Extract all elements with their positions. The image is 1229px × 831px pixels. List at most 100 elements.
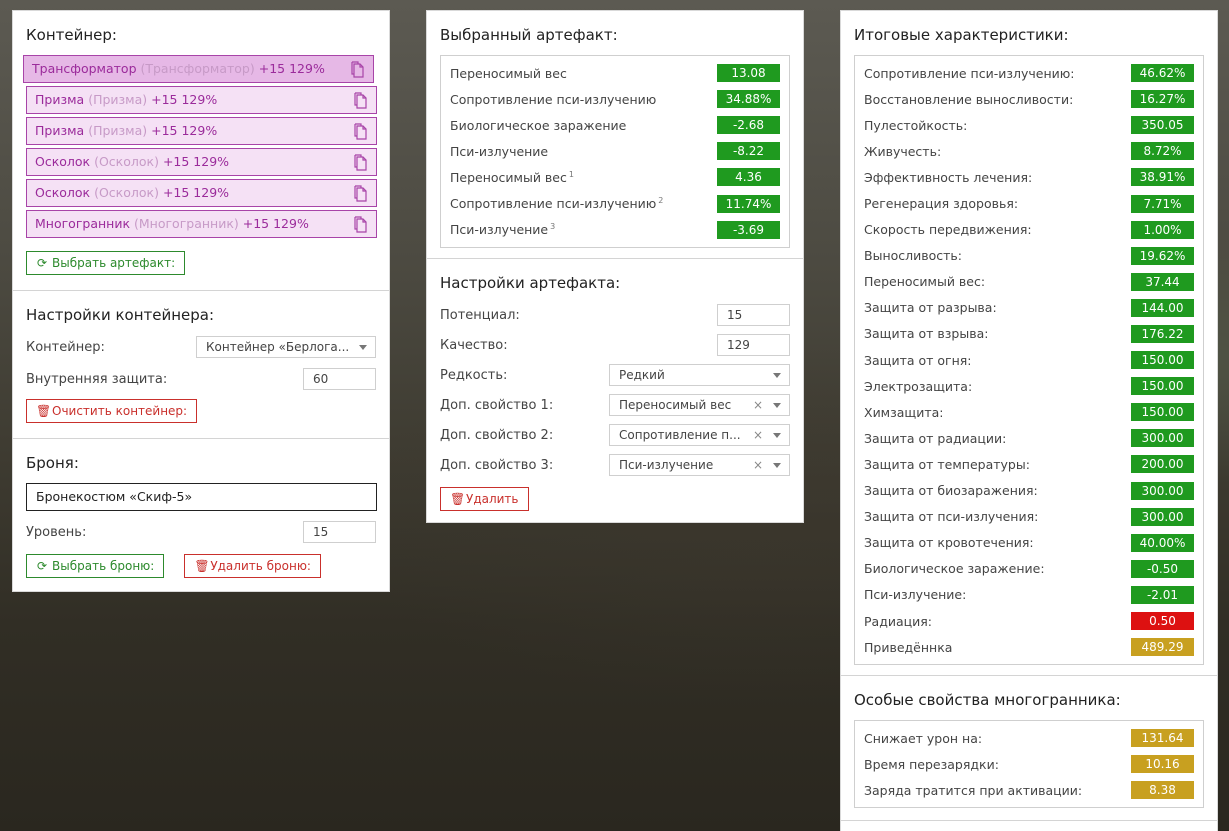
stat-value: -3.69 bbox=[717, 220, 780, 239]
stat-label: Живучесть: bbox=[864, 143, 942, 159]
armor-level-label: Уровень: bbox=[26, 524, 87, 540]
stat-row: Снижает урон на: 131.64 bbox=[864, 725, 1194, 751]
stat-value: 150.00 bbox=[1131, 377, 1194, 396]
stat-name: Заряда тратится при активации: bbox=[864, 783, 1082, 798]
stat-name: Пси-излучение 3 bbox=[450, 222, 555, 237]
potential-label: Потенциал: bbox=[440, 307, 520, 323]
copy-icon[interactable] bbox=[353, 92, 368, 109]
prop3-select[interactable]: Пси-излучение × bbox=[609, 454, 790, 476]
trash-icon: 🗑 bbox=[194, 559, 210, 573]
artifact-bonus: +15 129% bbox=[151, 92, 218, 107]
copy-icon[interactable] bbox=[353, 154, 368, 171]
artifact-original-name: (Трансформатор) bbox=[140, 61, 255, 76]
artifact-name: Призма bbox=[35, 123, 85, 138]
stat-label: Выносливость: bbox=[864, 248, 962, 264]
container-title: Контейнер: bbox=[26, 26, 117, 44]
stat-name: Защита от радиации: bbox=[864, 431, 1006, 446]
stat-label: Химзащита: bbox=[864, 404, 944, 420]
stat-value: 16.27% bbox=[1131, 90, 1194, 109]
container-section: Контейнер: Трансформатор (Трансформатор)… bbox=[13, 11, 389, 291]
container-artifact-item[interactable]: Призма (Призма) +15 129% bbox=[26, 117, 377, 145]
prop2-select[interactable]: Сопротивление п... × bbox=[609, 424, 790, 446]
stat-label: Пси-излучение bbox=[450, 143, 549, 159]
container-artifact-item[interactable]: Осколок (Осколок) +15 129% bbox=[26, 148, 377, 176]
artifact-name: Многогранник bbox=[35, 216, 131, 231]
stat-label: Заряда тратится при активации: bbox=[864, 782, 1083, 798]
protection-input[interactable]: 60 bbox=[303, 368, 376, 390]
select-artifact-button[interactable]: ⟳ Выбрать артефакт: bbox=[26, 251, 186, 275]
stat-row: Защита от температуры: 200.00 bbox=[864, 451, 1194, 477]
totals-title: Итоговые характеристики: bbox=[854, 26, 1069, 44]
prop3-label: Доп. свойство 3: bbox=[440, 457, 554, 473]
stat-row: Пулестойкость: 350.05 bbox=[864, 112, 1194, 138]
artifact-original-name: (Призма) bbox=[88, 92, 148, 107]
artifact-bonus: +15 129% bbox=[162, 185, 230, 200]
stat-name: Защита от разрыва: bbox=[864, 300, 997, 315]
clear-icon[interactable]: × bbox=[753, 395, 763, 415]
copy-icon[interactable] bbox=[353, 185, 368, 202]
artifact-bonus: +15 129% bbox=[162, 154, 230, 169]
stat-name: Химзащита: bbox=[864, 405, 943, 420]
polyhedron-stats: Снижает урон на: 131.64 Время перезарядки:… bbox=[854, 720, 1204, 809]
selected-artifact-title: Выбранный артефакт: bbox=[440, 26, 618, 44]
stat-value: 150.00 bbox=[1131, 351, 1194, 370]
stat-label: Сопротивление пси-излучению bbox=[450, 196, 657, 212]
clear-icon[interactable]: × bbox=[753, 425, 763, 445]
container-select[interactable]: Контейнер «Берлога... bbox=[196, 336, 376, 358]
selected-artifact-section: Выбранный артефакт: Переносимый вес 13.08… bbox=[427, 11, 803, 259]
stat-value: 144.00 bbox=[1131, 298, 1194, 317]
container-artifact-item[interactable]: Многогранник (Многогранник) +15 129% bbox=[26, 210, 377, 238]
clear-icon[interactable]: × bbox=[753, 455, 763, 475]
stat-value: 4.36 bbox=[717, 168, 780, 187]
stat-row: Защита от кровотечения: 40.00% bbox=[864, 530, 1194, 556]
container-artifact-item[interactable]: Осколок (Осколок) +15 129% bbox=[26, 179, 377, 207]
container-artifact-item[interactable]: Трансформатор (Трансформатор) +15 129% bbox=[23, 55, 374, 83]
artifact-bonus: +15 129% bbox=[258, 61, 325, 76]
stat-value: 176.22 bbox=[1131, 324, 1194, 343]
chevron-down-icon bbox=[773, 433, 781, 438]
copy-icon[interactable] bbox=[353, 123, 368, 140]
totals-stats: Сопротивление пси-излучению: 46.62% Восста… bbox=[854, 55, 1204, 666]
stat-row: Биологическое заражение -2.68 bbox=[450, 112, 780, 138]
stat-label: Пси-излучение: bbox=[864, 587, 967, 603]
stat-row: Пси-излучение 3 -3.69 bbox=[450, 217, 780, 243]
stat-label: Пулестойкость: bbox=[864, 117, 968, 133]
stat-value: -0.50 bbox=[1131, 559, 1194, 578]
rarity-select[interactable]: Редкий bbox=[609, 364, 790, 386]
delete-artifact-button[interactable]: 🗑Удалить bbox=[440, 487, 529, 511]
stat-label: Переносимый вес: bbox=[864, 274, 986, 290]
stat-name: Выносливость: bbox=[864, 248, 962, 263]
stat-name: Сопротивление пси-излучению bbox=[450, 92, 656, 107]
stat-name: Пулестойкость: bbox=[864, 118, 967, 133]
select-armor-button[interactable]: ⟳ Выбрать броню: bbox=[26, 554, 165, 578]
prop1-select[interactable]: Переносимый вес × bbox=[609, 394, 790, 416]
artifact-original-name: (Многогранник) bbox=[134, 216, 239, 231]
potential-input[interactable]: 15 bbox=[717, 304, 790, 326]
stat-row: Защита от разрыва: 144.00 bbox=[864, 295, 1194, 321]
container-artifact-item[interactable]: Призма (Призма) +15 129% bbox=[26, 86, 377, 114]
delete-armor-button[interactable]: 🗑Удалить броню: bbox=[184, 554, 321, 578]
stat-row: Биологическое заражение: -0.50 bbox=[864, 556, 1194, 582]
stat-row: Защита от пси-излучения: 300.00 bbox=[864, 504, 1194, 530]
quality-input[interactable]: 129 bbox=[717, 334, 790, 356]
stat-label: Защита от взрыва: bbox=[864, 326, 989, 342]
stat-value: 10.16 bbox=[1131, 755, 1194, 774]
stat-row: Живучесть: 8.72% bbox=[864, 138, 1194, 164]
stat-label: Защита от температуры: bbox=[864, 456, 1030, 472]
stat-row: Скорость передвижения: 1.00% bbox=[864, 217, 1194, 243]
stat-row: Химзащита: 150.00 bbox=[864, 399, 1194, 425]
copy-icon[interactable] bbox=[353, 216, 368, 233]
stat-label: Сопротивление пси-излучению: bbox=[864, 65, 1075, 81]
chevron-down-icon bbox=[773, 403, 781, 408]
armor-level-input[interactable]: 15 bbox=[303, 521, 376, 543]
copy-icon[interactable] bbox=[350, 61, 365, 78]
stat-name: Приведённка bbox=[864, 640, 952, 655]
artifact-settings-section: Настройки артефакта: Потенциал: 15 Качес… bbox=[427, 259, 803, 523]
left-panel: Контейнер: Трансформатор (Трансформатор)… bbox=[12, 10, 390, 592]
stat-row: Приведённка 489.29 bbox=[864, 634, 1194, 660]
stat-value: -2.01 bbox=[1131, 585, 1194, 604]
stat-row: Сопротивление пси-излучению: 46.62% bbox=[864, 60, 1194, 86]
clear-container-button[interactable]: 🗑Очистить контейнер: bbox=[26, 399, 198, 423]
armor-name-input[interactable]: Бронекостюм «Скиф-5» bbox=[26, 483, 377, 511]
stat-name: Пси-излучение: bbox=[864, 587, 966, 602]
